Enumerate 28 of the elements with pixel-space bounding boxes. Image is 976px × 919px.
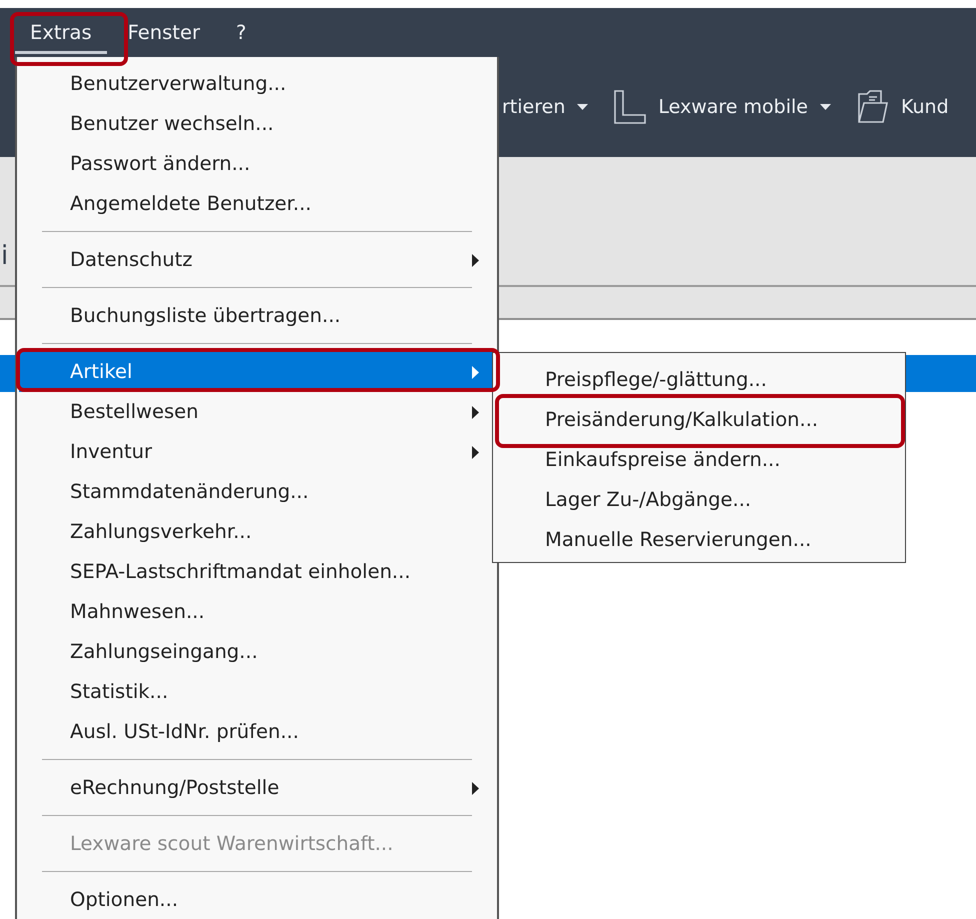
toolbar-button[interactable]: Lexware mobile bbox=[658, 96, 808, 118]
menu-item[interactable]: Lager Zu-/Abgänge... bbox=[493, 480, 905, 520]
menu-item[interactable]: eRechnung/Poststelle bbox=[19, 768, 495, 808]
menu-item[interactable]: Zahlungsverkehr... bbox=[19, 512, 495, 552]
menu-item[interactable]: Buchungsliste übertragen... bbox=[19, 296, 495, 336]
menu-item[interactable]: Zahlungseingang... bbox=[19, 632, 495, 672]
menu-item[interactable]: Inventur bbox=[19, 432, 495, 472]
menu-bar-item[interactable]: Extras bbox=[15, 8, 107, 57]
menu-item[interactable]: Passwort ändern... bbox=[19, 144, 495, 184]
menu-item[interactable]: Optionen... bbox=[19, 880, 495, 919]
menu-item[interactable]: Benutzer wechseln... bbox=[19, 104, 495, 144]
menu-item[interactable]: Angemeldete Benutzer... bbox=[19, 184, 495, 224]
menu-item[interactable]: Datenschutz bbox=[19, 240, 495, 280]
l-shape-icon bbox=[614, 90, 646, 124]
panel-text: i bbox=[1, 241, 8, 271]
toolbar-button[interactable]: rtieren bbox=[502, 96, 566, 118]
menu-item[interactable]: SEPA-Lastschriftmandat einholen... bbox=[19, 552, 495, 592]
menu-item[interactable]: Statistik... bbox=[19, 672, 495, 712]
menu-bar-item[interactable]: Fenster bbox=[112, 8, 215, 57]
menu-item[interactable]: Bestellwesen bbox=[19, 392, 495, 432]
menu-item[interactable]: Mahnwesen... bbox=[19, 592, 495, 632]
menu-item[interactable]: Manuelle Reservierungen... bbox=[493, 520, 905, 560]
menu-item[interactable]: Ausl. USt-IdNr. prüfen... bbox=[19, 712, 495, 752]
toolbar-button[interactable]: Kund bbox=[900, 96, 949, 118]
folder-icon bbox=[856, 90, 889, 124]
menu-item[interactable]: Stammdatenänderung... bbox=[19, 472, 495, 512]
menu-item[interactable]: Benutzerverwaltung... bbox=[19, 64, 495, 104]
menu-bar-item[interactable]: ? bbox=[220, 8, 262, 57]
